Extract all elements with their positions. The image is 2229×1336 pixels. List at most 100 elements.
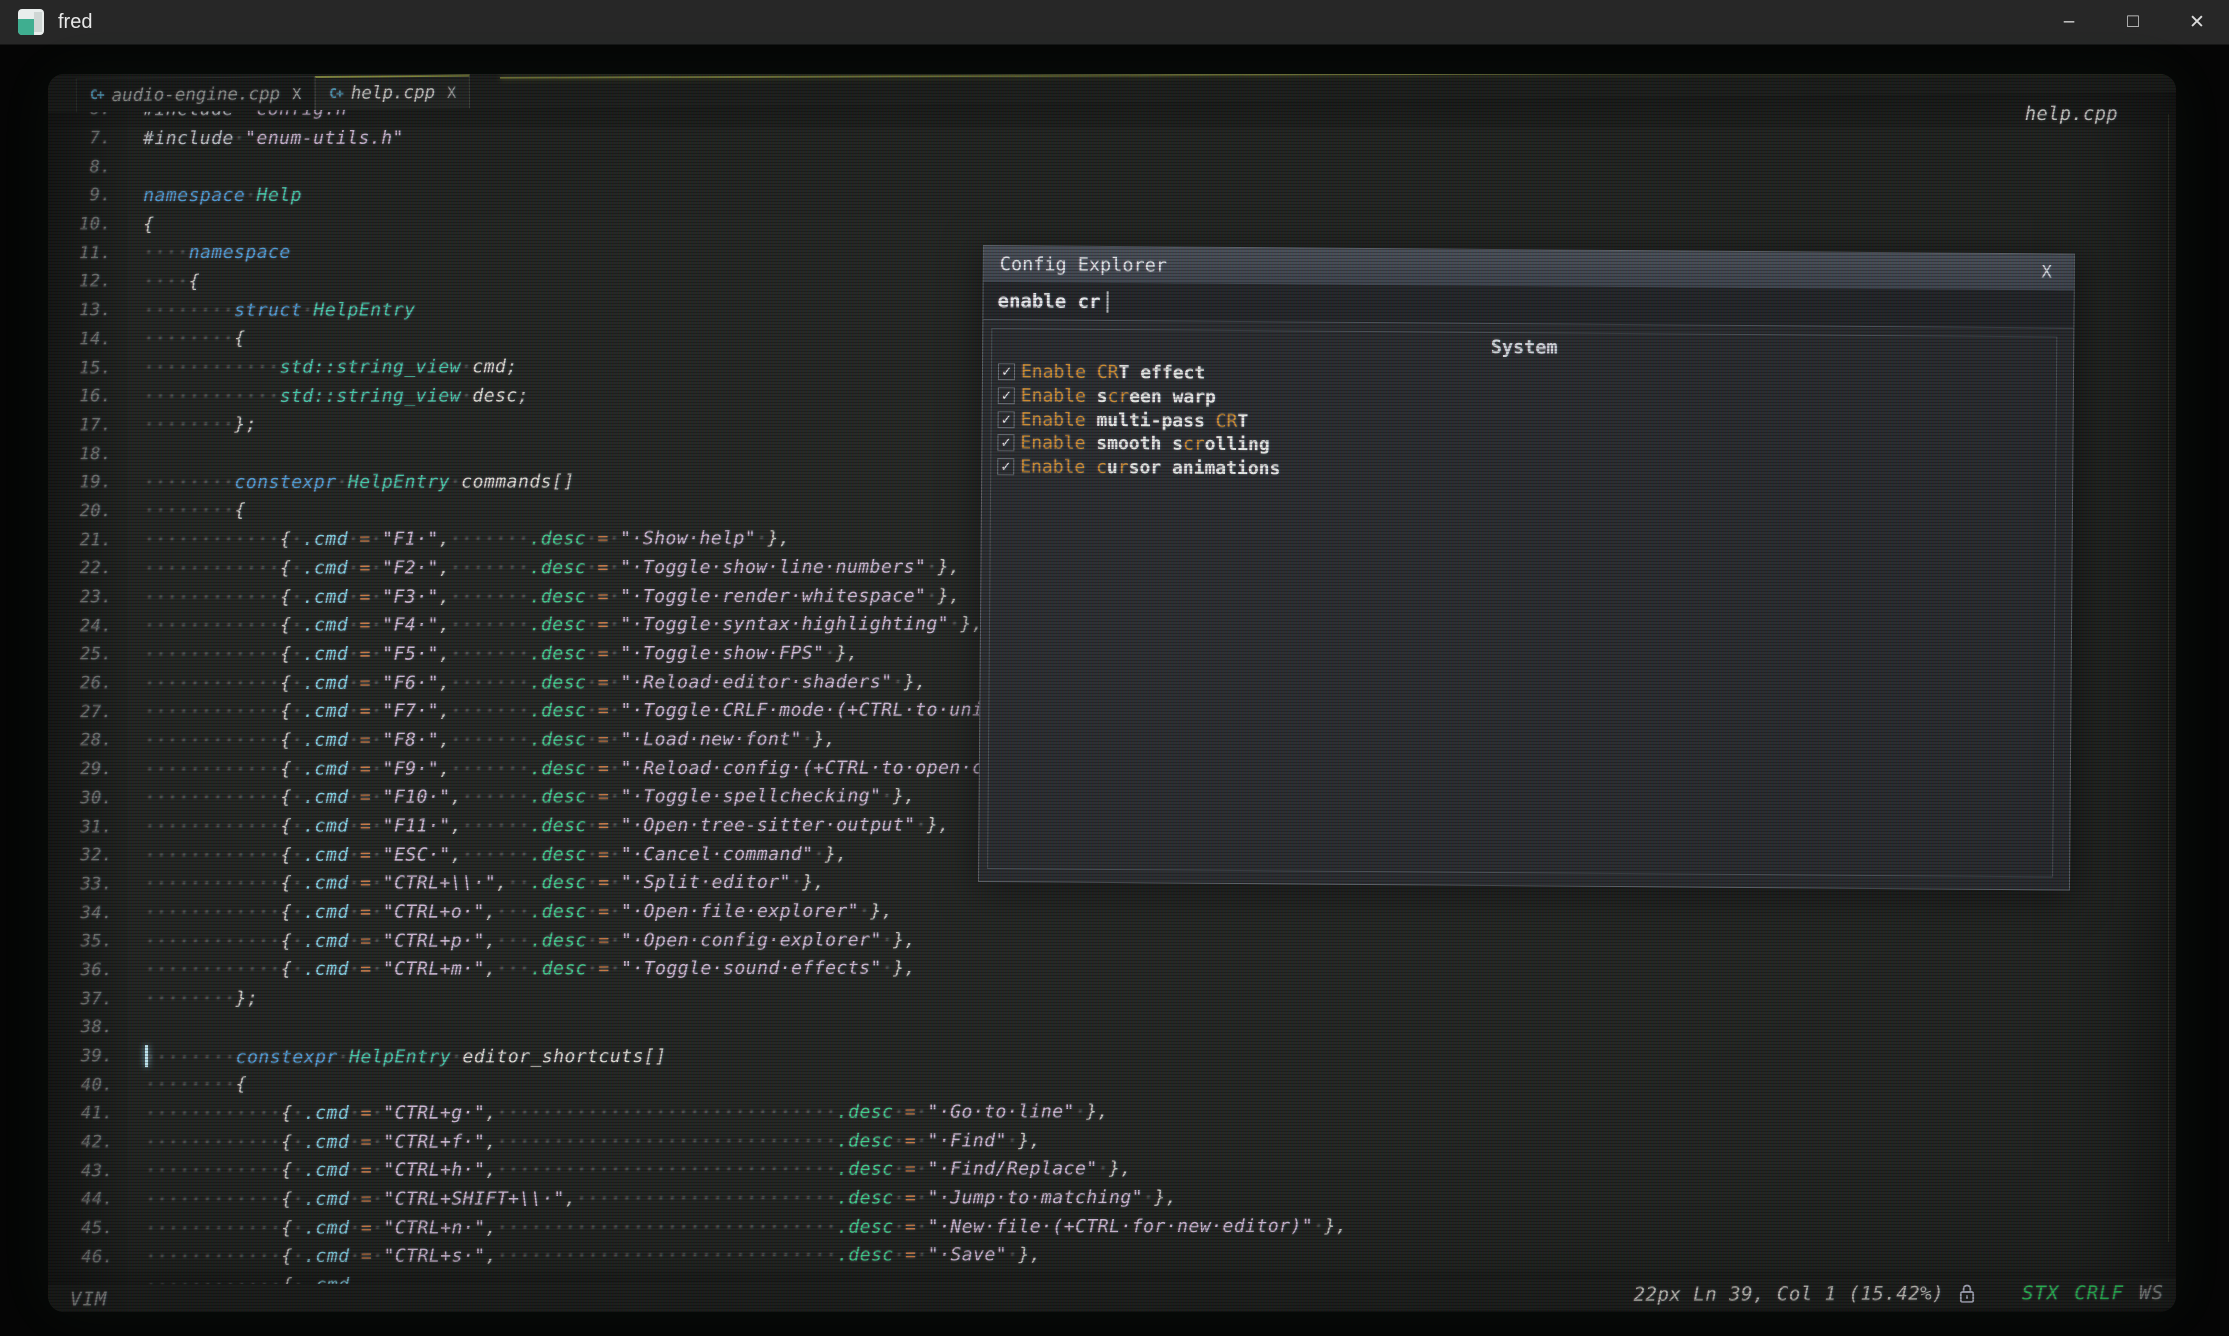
code-text: namespace·Help xyxy=(111,185,302,206)
crt-screen: 6.#include·"config.h"7.#include·"enum-ut… xyxy=(48,74,2176,1312)
tab-close-icon[interactable]: X xyxy=(447,84,456,102)
line-number: 32. xyxy=(50,845,113,865)
code-text: ············{·.cmd·=·"CTRL+g·",·········… xyxy=(113,1101,1109,1124)
line-number: 9. xyxy=(48,186,111,206)
code-line[interactable]: 38. xyxy=(50,1011,1347,1042)
code-line[interactable]: 8. xyxy=(48,150,1345,181)
editor-right-border xyxy=(2168,114,2169,1242)
code-line[interactable]: 40.········{ xyxy=(50,1068,1347,1099)
code-line[interactable]: 10.{ xyxy=(48,207,1345,238)
code-line[interactable]: 36.············{·.cmd·=·"CTRL+m·",···.de… xyxy=(50,953,1347,984)
code-text: ············{·.cmd·=·"F6·",·······.desc·… xyxy=(112,671,926,694)
text-cursor xyxy=(1106,290,1108,312)
line-number: 11. xyxy=(48,243,111,263)
code-line[interactable]: 34.············{·.cmd·=·"CTRL+o·",···.de… xyxy=(50,896,1347,927)
code-text: ············{·.cmd·=·"F7·",·······.desc·… xyxy=(112,700,1062,723)
line-number: 38. xyxy=(50,1018,113,1038)
code-line[interactable]: 39.········constexpr·HelpEntry·editor_sh… xyxy=(50,1039,1347,1070)
close-button[interactable]: ✕ xyxy=(2165,0,2229,45)
config-explorer-popup: Config Explorer X enable cr System ✓Enab… xyxy=(978,245,2075,891)
code-text: ············{·.cmd·=·"F3·",·······.desc·… xyxy=(112,585,960,608)
window-controls: – □ ✕ xyxy=(2037,0,2229,45)
checkbox-icon[interactable]: ✓ xyxy=(998,363,1015,380)
code-line[interactable]: 45.············{·.cmd·=·"CTRL+n·",······… xyxy=(50,1211,1347,1242)
maximize-button[interactable]: □ xyxy=(2101,0,2165,45)
code-line[interactable]: 7.#include·"enum-utils.h" xyxy=(48,121,1345,152)
line-number: 8. xyxy=(48,157,111,177)
code-line[interactable]: 35.············{·.cmd·=·"CTRL+p·",···.de… xyxy=(50,925,1347,956)
minimize-button[interactable]: – xyxy=(2037,0,2101,45)
tab-audio-engine.cpp[interactable]: C+ audio-engine.cpp X xyxy=(76,76,316,112)
code-text: ········}; xyxy=(112,414,257,435)
line-number: 28. xyxy=(49,731,112,751)
line-number: 12. xyxy=(48,272,111,292)
lock-icon xyxy=(1958,1283,1976,1305)
config-section-header: System xyxy=(992,333,2056,362)
code-text: ········constexpr·HelpEntry·commands[] xyxy=(112,471,575,493)
code-text: ············{·.cmd·=·"CTRL+\\·",··.desc·… xyxy=(113,872,825,894)
code-text: ············{·.cmd·=·"F2·",·······.desc·… xyxy=(112,556,960,579)
tab-help.cpp[interactable]: C+help.cppX xyxy=(315,75,470,110)
config-option-label: Enable multi-pass CRT xyxy=(1021,409,1249,432)
code-text: ············{·.cmd·=·"CTRL+n·",·········… xyxy=(113,1215,1347,1239)
code-text: ············{·.cmd·=·"CTRL+o·",···.desc·… xyxy=(113,901,893,924)
line-number: 30. xyxy=(49,788,112,808)
code-text: ····namespace xyxy=(111,242,290,263)
popup-close-button[interactable]: X xyxy=(2035,260,2057,284)
line-number: 14. xyxy=(48,329,111,349)
line-number: 46. xyxy=(50,1247,113,1267)
line-number: 31. xyxy=(50,817,113,837)
line-number: 39. xyxy=(50,1046,113,1066)
line-number: 17. xyxy=(49,415,112,435)
config-options-list: ✓ Enable CRT effect ✓ Enable screen warp ✓ En… xyxy=(997,360,2056,487)
line-number: 36. xyxy=(50,960,113,980)
code-line[interactable]: 46.············{·.cmd·=·"CTRL+s·",······… xyxy=(50,1240,1347,1271)
cursor-position-info: 22px Ln 39, Col 1 (15.42%) xyxy=(1634,1283,1944,1306)
editor-mode-indicator: VIM xyxy=(70,1288,107,1310)
config-search-input[interactable]: enable cr xyxy=(983,282,2073,329)
code-text: ········{ xyxy=(111,328,245,349)
tab-label: audio-engine.cpp xyxy=(111,84,280,106)
code-line[interactable]: 42.············{·.cmd·=·"CTRL+f·",······… xyxy=(50,1125,1347,1156)
line-number: 13. xyxy=(48,300,111,320)
filename-badge: help.cpp xyxy=(2025,104,2118,125)
config-option-label: Enable CRT effect xyxy=(1021,362,1205,384)
config-search-value: enable cr xyxy=(997,290,1100,313)
code-line[interactable]: 41.············{·.cmd·=·"CTRL+g·",······… xyxy=(50,1097,1347,1128)
line-number: 22. xyxy=(49,559,112,579)
line-number: 34. xyxy=(50,903,113,923)
code-text: ············{·.cmd·=·"CTRL+h·",·········… xyxy=(113,1158,1131,1181)
code-text: ············{·.cmd·=·"F8·",·······.desc·… xyxy=(112,729,836,752)
config-option-label: Enable cursor animations xyxy=(1020,456,1280,479)
status-bar: VIM 22px Ln 39, Col 1 (15.42%) STXCRLFWS xyxy=(48,1278,2176,1312)
checkbox-icon[interactable]: ✓ xyxy=(997,458,1014,475)
line-number: 26. xyxy=(49,673,112,693)
code-text: ············{·.cmd·=·"CTRL+f·",·········… xyxy=(113,1130,1041,1153)
line-number: 23. xyxy=(49,587,112,607)
code-text: ········{ xyxy=(113,1074,247,1095)
code-text: ····{ xyxy=(111,271,200,292)
code-text: ············{·.cmd·=·"CTRL+m·",···.desc·… xyxy=(113,958,916,981)
code-text: ············std::string_view·desc; xyxy=(112,385,530,407)
line-number: 37. xyxy=(50,989,113,1009)
window-title: fred xyxy=(58,11,92,34)
code-text: ············{·.cmd·=·"CTRL+s·",·········… xyxy=(113,1245,1041,1268)
config-option-label: Enable smooth scrolling xyxy=(1020,433,1269,456)
code-line[interactable]: 44.············{·.cmd·=·"CTRL+SHIFT+\\·"… xyxy=(50,1183,1347,1214)
line-number: 24. xyxy=(49,616,112,636)
code-line[interactable]: 37.········}; xyxy=(50,982,1347,1013)
code-line[interactable]: 43.············{·.cmd·=·"CTRL+h·",······… xyxy=(50,1154,1347,1185)
checkbox-icon[interactable]: ✓ xyxy=(998,387,1015,404)
status-flag-WS: WS xyxy=(2139,1282,2164,1304)
checkbox-icon[interactable]: ✓ xyxy=(997,435,1014,452)
line-number: 44. xyxy=(50,1190,113,1210)
config-option-label: Enable screen warp xyxy=(1021,385,1216,408)
cpp-file-icon: C+ xyxy=(90,88,104,103)
tab-close-icon[interactable]: X xyxy=(292,85,301,103)
code-line[interactable]: 9.namespace·Help xyxy=(48,179,1345,210)
line-number: 18. xyxy=(49,444,112,464)
line-number: 33. xyxy=(50,874,113,894)
line-number: 35. xyxy=(50,932,113,952)
checkbox-icon[interactable]: ✓ xyxy=(998,411,1015,428)
code-text: ············{·.cmd·=·"CTRL+p·",···.desc·… xyxy=(113,929,916,952)
